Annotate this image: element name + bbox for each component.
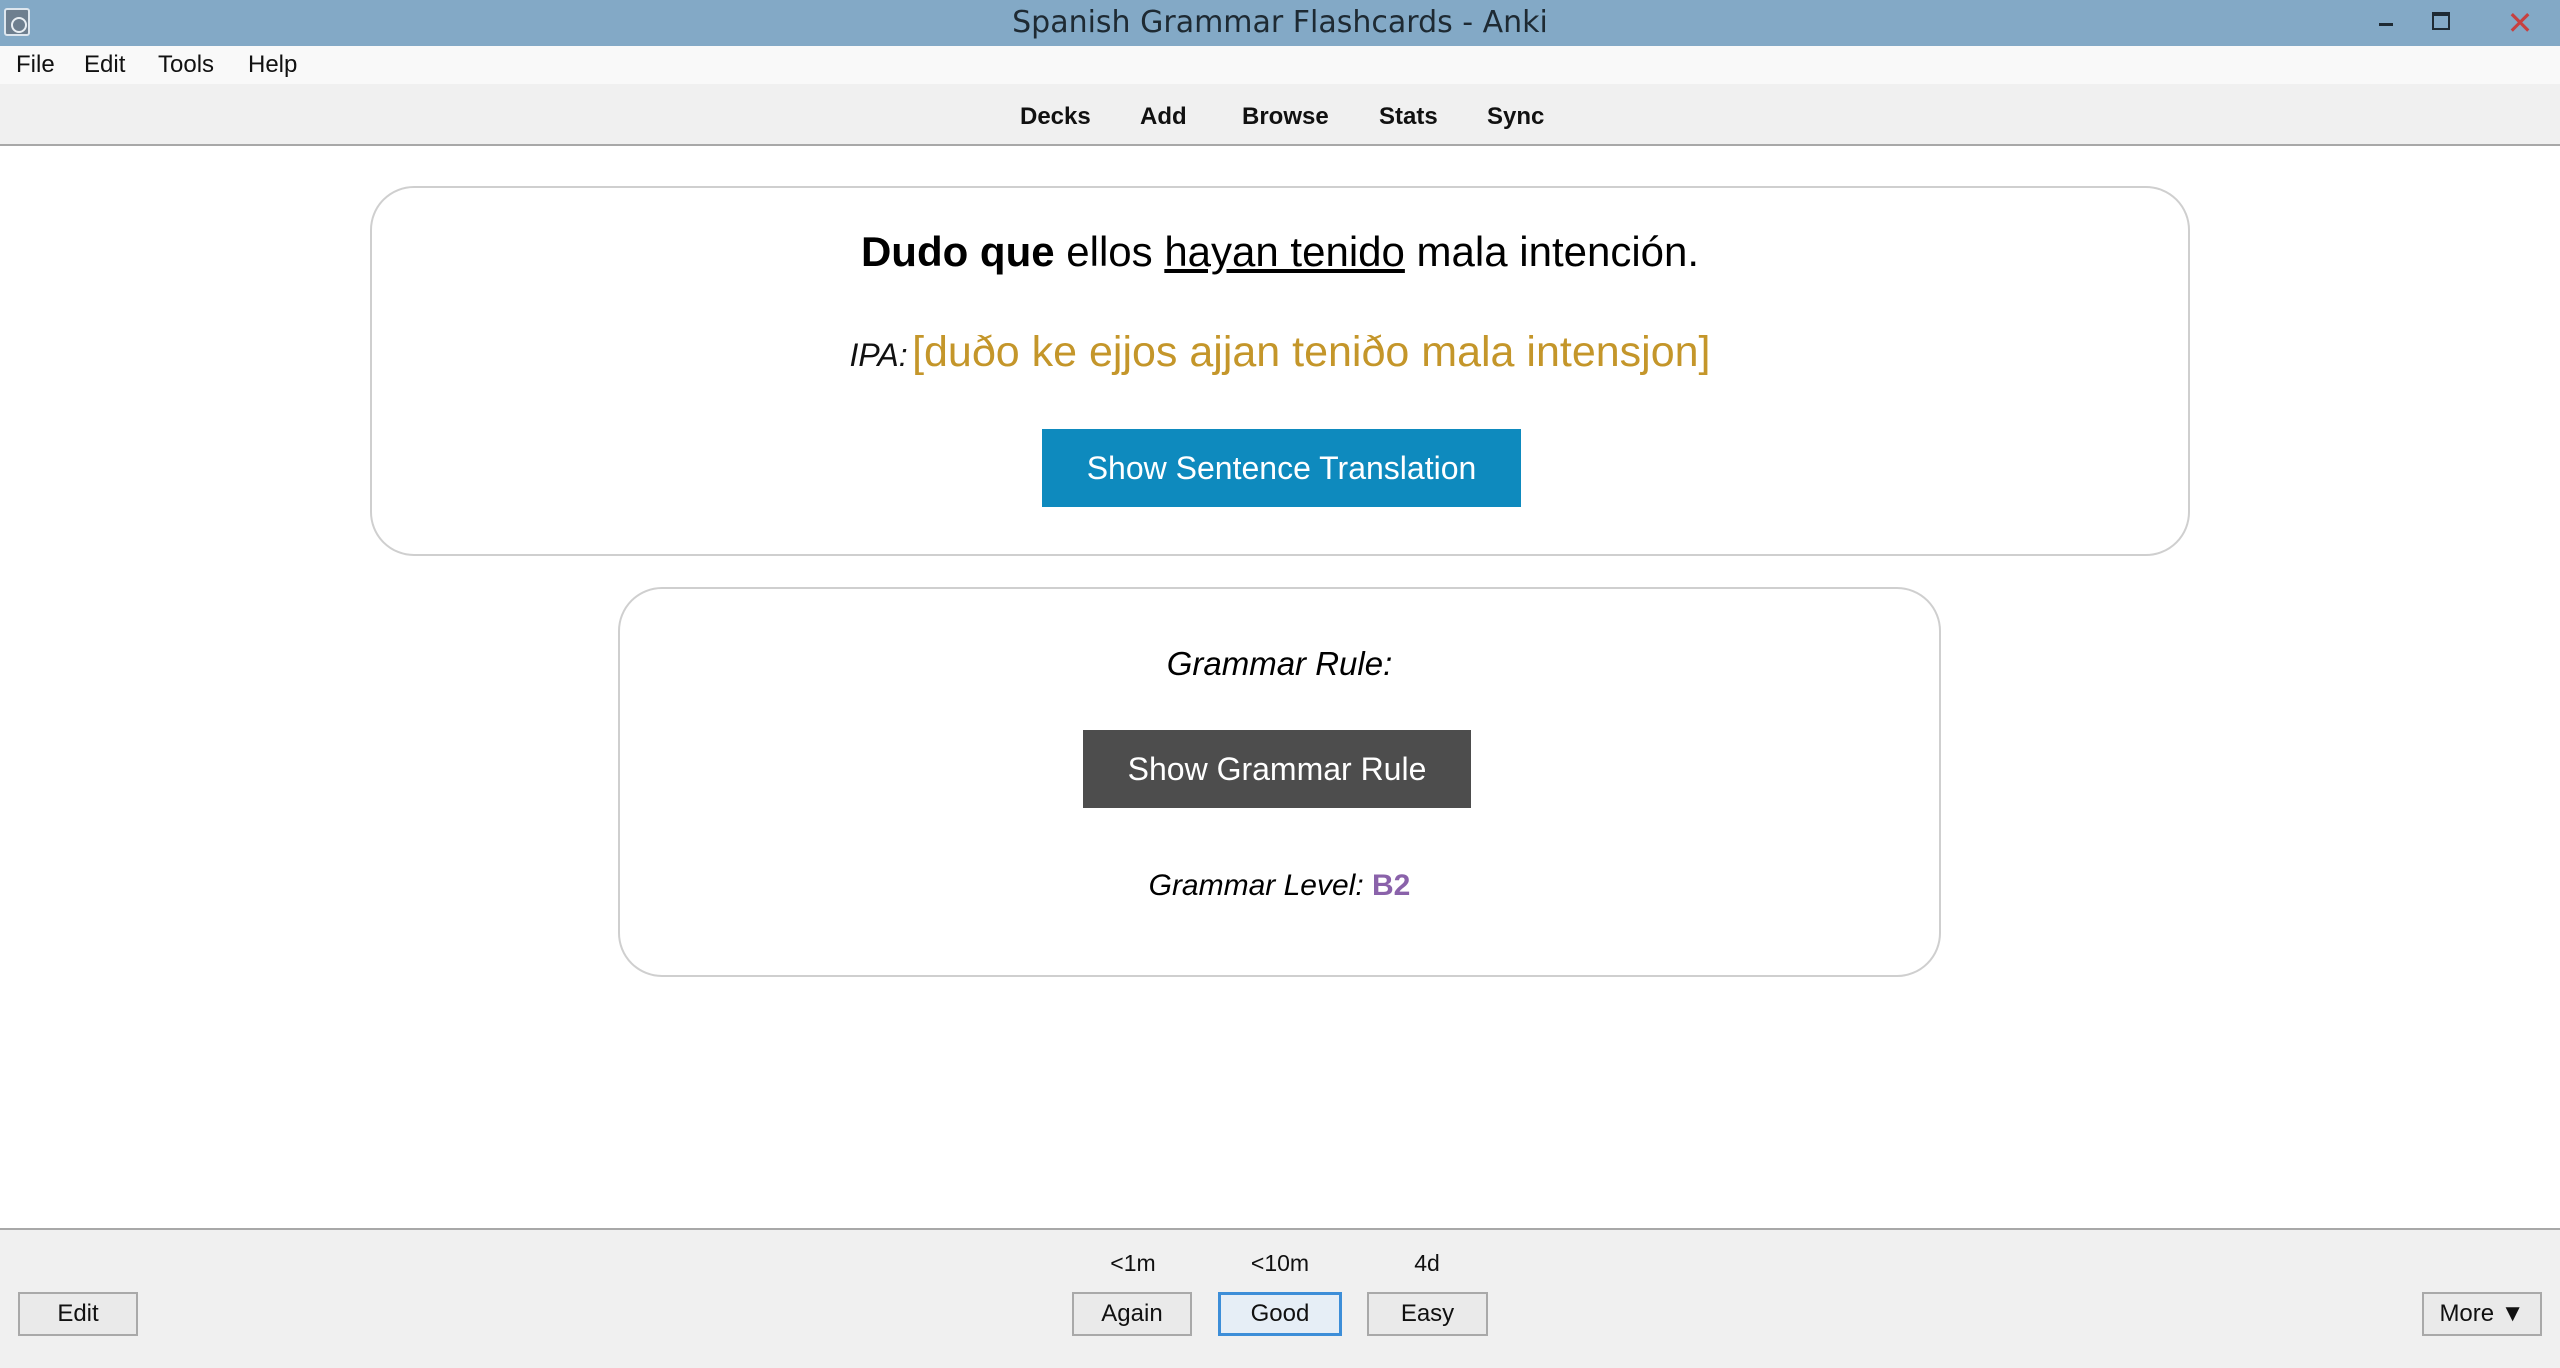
easy-interval: 4d (1414, 1250, 1440, 1276)
ipa-transcription: [duðo ke ejjos ajjan teniðo mala intensj… (912, 328, 1711, 376)
toolbar-stats[interactable]: Stats (1379, 84, 1438, 146)
toolbar-add[interactable]: Add (1140, 84, 1187, 146)
show-grammar-rule-button[interactable]: Show Grammar Rule (1083, 730, 1471, 808)
toolbar-browse[interactable]: Browse (1242, 84, 1329, 146)
sentence-bold-part: Dudo que (860, 228, 1055, 275)
easy-button[interactable]: Easy (1367, 1292, 1488, 1336)
title-bar: Spanish Grammar Flashcards - Anki ✕ (0, 0, 2560, 46)
menu-file[interactable]: File (16, 46, 55, 84)
good-interval: <10m (1250, 1250, 1310, 1276)
toolbar-decks[interactable]: Decks (1020, 84, 1091, 146)
grammar-level-value: B2 (1372, 869, 1411, 902)
menu-bar: File Edit Tools Help (0, 46, 2560, 84)
again-interval: <1m (1110, 1250, 1156, 1276)
sentence-underlined-part: hayan tenido (1164, 228, 1405, 275)
main-toolbar: Decks Add Browse Stats Sync (0, 84, 2560, 146)
sentence-card: Dudo que ellos hayan tenido mala intenci… (370, 186, 2190, 556)
toolbar-sync[interactable]: Sync (1487, 84, 1544, 146)
show-translation-button[interactable]: Show Sentence Translation (1042, 429, 1521, 507)
grammar-level-label: Grammar Level: (1148, 869, 1364, 902)
restore-button[interactable] (2410, 0, 2464, 46)
menu-edit[interactable]: Edit (84, 46, 125, 84)
menu-help[interactable]: Help (248, 46, 297, 84)
ipa-line: IPA: [duðo ke ejjos ajjan teniðo mala in… (372, 328, 2188, 377)
spanish-sentence: Dudo que ellos hayan tenido mala intenci… (372, 228, 2188, 276)
more-button[interactable]: More ▼ (2422, 1292, 2542, 1336)
answer-bar: Edit <1m <10m 4d Again Good Easy More ▼ (0, 1228, 2560, 1368)
sentence-mid-part: ellos (1066, 228, 1153, 275)
grammar-level: Grammar Level: B2 (620, 869, 1939, 903)
again-button[interactable]: Again (1072, 1292, 1192, 1336)
sentence-end-part: mala intención. (1416, 228, 1700, 275)
grammar-rule-label: Grammar Rule: (1166, 645, 1393, 682)
window-title: Spanish Grammar Flashcards - Anki (1012, 5, 1548, 40)
edit-button[interactable]: Edit (18, 1292, 138, 1336)
ipa-label: IPA: (849, 337, 908, 373)
close-button[interactable]: ✕ (2480, 0, 2560, 46)
menu-tools[interactable]: Tools (158, 46, 214, 84)
grammar-card: Grammar Rule: Show Grammar Rule Grammar … (618, 587, 1941, 977)
good-button[interactable]: Good (1218, 1292, 1342, 1336)
minimize-button[interactable] (2358, 0, 2412, 46)
